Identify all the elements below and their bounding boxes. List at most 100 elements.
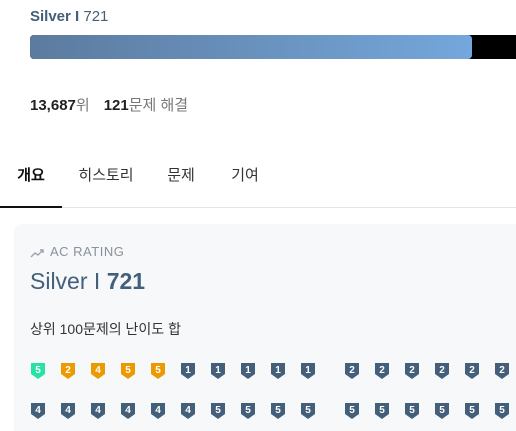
- difficulty-badge[interactable]: 5: [344, 402, 360, 420]
- difficulty-badge[interactable]: 5: [494, 402, 510, 420]
- badge-level: 5: [245, 405, 251, 416]
- badge-shield-icon: 5: [405, 403, 419, 419]
- badge-level: 5: [155, 365, 161, 376]
- badge-shield-icon: 4: [61, 403, 75, 419]
- card-tier-rating: 721: [106, 268, 146, 294]
- badge-shield-icon: 4: [181, 403, 195, 419]
- badge-level: 4: [125, 405, 131, 416]
- badge-shield-icon: 5: [375, 403, 389, 419]
- difficulty-badge[interactable]: 2: [464, 362, 480, 380]
- tier-name: Silver I: [30, 8, 80, 25]
- badge-level: 4: [35, 405, 41, 416]
- difficulty-badge[interactable]: 1: [270, 362, 286, 380]
- difficulty-badge[interactable]: 5: [374, 402, 390, 420]
- badge-level: 1: [275, 365, 281, 376]
- badge-level: 5: [305, 405, 311, 416]
- tab-problems[interactable]: 문제: [158, 158, 204, 207]
- badge-shield-icon: 1: [241, 363, 255, 379]
- profile-tabs: 개요 히스토리 문제 기여: [0, 158, 516, 208]
- badge-level: 2: [439, 365, 445, 376]
- badge-level: 2: [469, 365, 475, 376]
- difficulty-badge[interactable]: 4: [30, 402, 46, 420]
- badge-level: 1: [245, 365, 251, 376]
- tab-history[interactable]: 히스토리: [72, 158, 140, 207]
- tab-contributions[interactable]: 기여: [222, 158, 268, 207]
- badge-shield-icon: 5: [301, 403, 315, 419]
- badge-level: 2: [499, 365, 505, 376]
- badge-shield-icon: 2: [405, 363, 419, 379]
- badge-level: 4: [185, 405, 191, 416]
- badge-shield-icon: 5: [435, 403, 449, 419]
- difficulty-badge[interactable]: 5: [464, 402, 480, 420]
- badge-level: 4: [95, 405, 101, 416]
- difficulty-badge[interactable]: 2: [344, 362, 360, 380]
- badge-shield-icon: 2: [465, 363, 479, 379]
- trending-up-icon: [30, 249, 44, 258]
- difficulty-badge[interactable]: 5: [120, 362, 136, 380]
- difficulty-badge[interactable]: 1: [300, 362, 316, 380]
- badge-shield-icon: 4: [151, 403, 165, 419]
- difficulty-badge[interactable]: 2: [60, 362, 76, 380]
- badge-level: 1: [305, 365, 311, 376]
- badge-shield-icon: 5: [121, 363, 135, 379]
- badge-shield-icon: 1: [301, 363, 315, 379]
- difficulty-badge[interactable]: 1: [240, 362, 256, 380]
- badge-shield-icon: 5: [465, 403, 479, 419]
- tab-overview[interactable]: 개요: [0, 158, 62, 208]
- rating-progress-fill: [30, 35, 473, 59]
- difficulty-badge[interactable]: 4: [120, 402, 136, 420]
- difficulty-badge[interactable]: 1: [210, 362, 226, 380]
- difficulty-badge[interactable]: 5: [404, 402, 420, 420]
- difficulty-badge[interactable]: 2: [374, 362, 390, 380]
- rank-suffix: 위: [75, 97, 90, 114]
- solved-value: 121: [103, 97, 129, 114]
- ac-rating-label: AC RATING: [30, 244, 124, 259]
- badge-shield-icon: 5: [211, 403, 225, 419]
- difficulty-badge[interactable]: 5: [30, 362, 46, 380]
- badge-shield-icon: 2: [495, 363, 509, 379]
- badge-level: 5: [439, 405, 445, 416]
- badge-shield-icon: 5: [241, 403, 255, 419]
- difficulty-badge[interactable]: 4: [150, 402, 166, 420]
- badge-level: 2: [349, 365, 355, 376]
- difficulty-badge[interactable]: 4: [90, 402, 106, 420]
- badge-level: 5: [409, 405, 415, 416]
- difficulty-badge[interactable]: 5: [240, 402, 256, 420]
- badge-shield-icon: 2: [375, 363, 389, 379]
- badge-level: 4: [155, 405, 161, 416]
- badge-shield-icon: 4: [121, 403, 135, 419]
- difficulty-badge[interactable]: 5: [300, 402, 316, 420]
- ac-rating-card: AC RATING Silver I 721 상위 100문제의 난이도 합 5…: [14, 224, 516, 431]
- difficulty-badge[interactable]: 1: [180, 362, 196, 380]
- badge-level: 2: [379, 365, 385, 376]
- rating-progress-bar: [30, 35, 516, 59]
- badge-shield-icon: 1: [181, 363, 195, 379]
- difficulty-badge[interactable]: 2: [404, 362, 420, 380]
- badge-level: 4: [95, 365, 101, 376]
- badge-level: 5: [379, 405, 385, 416]
- difficulty-badge[interactable]: 2: [434, 362, 450, 380]
- difficulty-badge[interactable]: 5: [210, 402, 226, 420]
- badge-shield-icon: 5: [31, 363, 45, 379]
- badge-level: 5: [275, 405, 281, 416]
- difficulty-badge[interactable]: 2: [494, 362, 510, 380]
- stats-line: 13,687위 121문제 해결: [30, 94, 188, 115]
- badge-shield-icon: 5: [271, 403, 285, 419]
- difficulty-badge[interactable]: 4: [180, 402, 196, 420]
- badge-level: 5: [499, 405, 505, 416]
- profile-page: Silver I 721 13,687위 121문제 해결 개요 히스토리 문제 …: [0, 0, 516, 431]
- badge-level: 4: [65, 405, 71, 416]
- difficulty-badge[interactable]: 4: [60, 402, 76, 420]
- difficulty-badge[interactable]: 5: [150, 362, 166, 380]
- badge-shield-icon: 5: [495, 403, 509, 419]
- badge-level: 5: [35, 365, 41, 376]
- difficulty-badge[interactable]: 5: [270, 402, 286, 420]
- difficulty-badge[interactable]: 5: [434, 402, 450, 420]
- badge-shield-icon: 5: [151, 363, 165, 379]
- badge-shield-icon: 4: [31, 403, 45, 419]
- badge-shield-icon: 4: [91, 403, 105, 419]
- badge-level: 2: [409, 365, 415, 376]
- difficulty-badge[interactable]: 4: [90, 362, 106, 380]
- card-tier-name: Silver I: [30, 268, 101, 294]
- badge-level: 2: [65, 365, 71, 376]
